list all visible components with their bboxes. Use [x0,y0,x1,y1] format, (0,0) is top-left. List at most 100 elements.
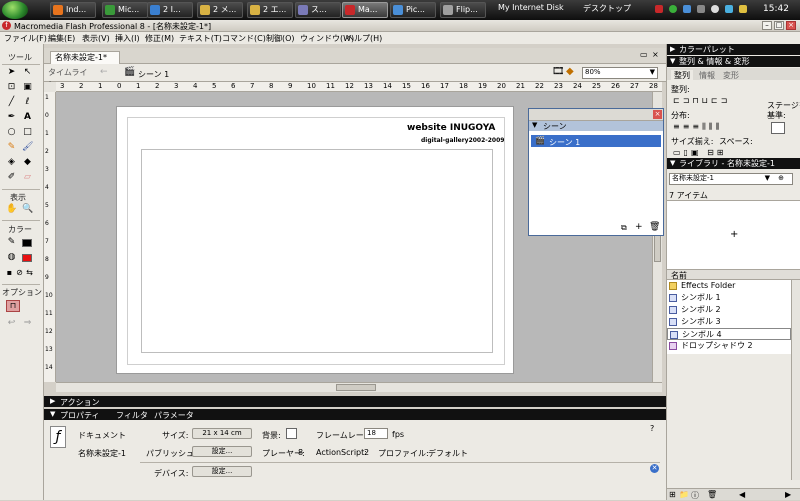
lasso-tool-icon[interactable]: ℓ [22,97,33,108]
scene-collapse-icon[interactable]: ▼ [532,121,537,129]
background-color-swatch[interactable] [286,428,297,439]
align-collapse-icon[interactable]: ▼ [670,56,675,67]
close-icon[interactable]: × [786,21,796,30]
menu-insert[interactable]: 挿入(I) [115,33,140,44]
taskbar-button[interactable]: Pic... [390,2,436,18]
menu-view[interactable]: 表示(V) [82,33,110,44]
minimize-icon[interactable]: – [762,21,772,30]
vertical-scroll-thumb[interactable] [654,232,661,262]
delete-icon[interactable]: 🗑 [707,490,717,499]
tab-align[interactable]: 整列 [671,70,693,81]
tray-power-icon[interactable] [711,5,719,13]
menu-control[interactable]: 制御(O) [266,33,295,44]
tray-security-icon[interactable] [739,5,747,13]
free-transform-tool-icon[interactable]: ⊡ [6,82,17,93]
smooth-icon[interactable]: ↩ [6,318,17,329]
start-orb-icon[interactable] [2,1,28,19]
size-button[interactable]: 21 x 14 cm [192,428,252,439]
library-item-effects-folder[interactable]: Effects Folder [667,280,791,292]
pencil-tool-icon[interactable]: ✎ [6,142,17,153]
menu-file[interactable]: ファイル(F) [4,33,47,44]
maximize-icon[interactable]: □ [774,21,784,30]
text-tool-icon[interactable]: A [22,112,33,123]
tray-bluetooth-icon[interactable] [725,5,733,13]
scroll-left-icon[interactable]: ◀ [739,490,745,499]
library-name-header[interactable]: 名前 [667,270,800,280]
rectangle-tool-icon[interactable]: □ [22,127,33,138]
accessibility-icon[interactable]: ✕ [650,464,659,473]
tray-wifi-icon[interactable] [683,5,691,13]
tray-volume-icon[interactable] [697,5,705,13]
taskbar-button[interactable]: Flip... [440,2,486,18]
paint-bucket-tool-icon[interactable]: ◆ [22,157,33,168]
library-item-symbol-2[interactable]: シンボル 2 [667,304,791,316]
eraser-tool-icon[interactable]: ▱ [22,172,33,183]
color-palette-expand-icon[interactable]: ▶ [670,44,675,55]
library-panel-header[interactable]: ▼ ライブラリ - 名称未設定-1 [667,158,800,169]
tab-info[interactable]: 情報 [699,70,715,81]
taskbar-button[interactable]: 2 I... [147,2,193,18]
library-item-drop-shadow-2[interactable]: ドロップシャドウ 2 [667,340,791,352]
taskbar-button[interactable]: ス... [295,2,341,18]
fill-color-swatch[interactable] [22,254,32,262]
library-item-symbol-3[interactable]: シンボル 3 [667,316,791,328]
menu-edit[interactable]: 編集(E) [48,33,75,44]
taskbar-button[interactable]: 2 エ... [247,2,293,18]
pin-library-icon[interactable]: ⊕ [778,174,784,183]
library-item-symbol-1[interactable]: シンボル 1 [667,292,791,304]
taskbar-button[interactable]: 2 メ... [197,2,243,18]
oval-tool-icon[interactable]: ○ [6,127,17,138]
zoom-dropdown-icon[interactable]: ▼ [650,68,655,77]
library-item-symbol-4[interactable]: シンボル 4 [667,328,791,340]
stage[interactable]: website INUGOYA digital-gallery2002-2009 [116,106,514,374]
framerate-input[interactable]: 18 [364,428,388,439]
library-collapse-icon[interactable]: ▼ [670,158,675,169]
ink-bottle-tool-icon[interactable]: ◈ [6,157,17,168]
distribute-buttons-row[interactable]: ≡≡≡⫼⫼⫼ [673,122,761,132]
scene-list-item[interactable]: 🎬 シーン 1 [531,135,661,147]
scene-panel-header[interactable]: × [529,109,663,121]
horizontal-scroll-thumb[interactable] [336,384,376,391]
horizontal-scrollbar[interactable] [56,382,662,392]
library-scrollbar[interactable] [791,280,800,480]
duplicate-scene-icon[interactable]: ⧉ [621,223,627,233]
menu-commands[interactable]: コマンド(C) [222,33,266,44]
scene-panel-close-icon[interactable]: × [653,110,662,119]
hand-tool-icon[interactable]: ✋ [6,204,17,215]
restore-doc-icon[interactable]: ▭ [640,50,648,59]
align-buttons-row[interactable]: ⊏⊐⊓⊔⊏⊐ [673,96,761,106]
size-space-buttons-row[interactable]: ▭▯▣ ⊟⊞ [673,148,761,158]
edit-symbols-icon[interactable]: ◆ [566,66,574,77]
stroke-color-swatch[interactable] [22,239,32,247]
edit-scene-icon[interactable]: 🎞 [552,66,565,77]
scroll-right-icon[interactable]: ▶ [785,490,791,499]
document-tab[interactable]: 名称未設定-1* [50,51,120,64]
tab-transform[interactable]: 変形 [723,70,739,81]
to-stage-button[interactable] [771,122,785,134]
pen-tool-icon[interactable]: ✒ [6,112,17,123]
properties-icon[interactable]: ⓘ [691,490,699,501]
taskbar-button[interactable]: Ma... [342,2,388,18]
menu-text[interactable]: テキスト(T) [179,33,222,44]
straighten-icon[interactable]: ⇒ [22,318,33,329]
menu-help[interactable]: ヘルプ(H) [346,33,382,44]
eyedropper-tool-icon[interactable]: ✐ [6,172,17,183]
selection-tool-icon[interactable]: ➤ [6,67,17,78]
zoom-tool-icon[interactable]: 🔍 [22,204,33,215]
brush-tool-icon[interactable]: 🖌 [22,142,33,153]
gradient-transform-tool-icon[interactable]: ▣ [22,82,33,93]
device-settings-button[interactable]: 設定... [192,466,252,477]
taskbar-button[interactable]: Ind... [50,2,96,18]
fill-color-icon[interactable]: ◍ [6,252,17,263]
tray-label-internet-disk[interactable]: My Internet Disk [498,3,564,12]
timeline-button[interactable]: タイムライン [48,67,94,89]
actions-expand-icon[interactable]: ▶ [50,397,55,405]
new-folder-icon[interactable]: 📁 [679,490,689,499]
library-select[interactable]: 名称未設定-1 ▼ ⊕ [669,173,793,185]
swap-colors-icon[interactable]: ⇆ [24,267,35,278]
properties-collapse-icon[interactable]: ▼ [50,410,55,418]
current-scene-label[interactable]: シーン 1 [138,69,169,80]
line-tool-icon[interactable]: ╱ [6,97,17,108]
back-arrow-icon[interactable]: ← [100,67,108,77]
color-palette-header[interactable]: ▶ カラーパレット [667,44,800,55]
